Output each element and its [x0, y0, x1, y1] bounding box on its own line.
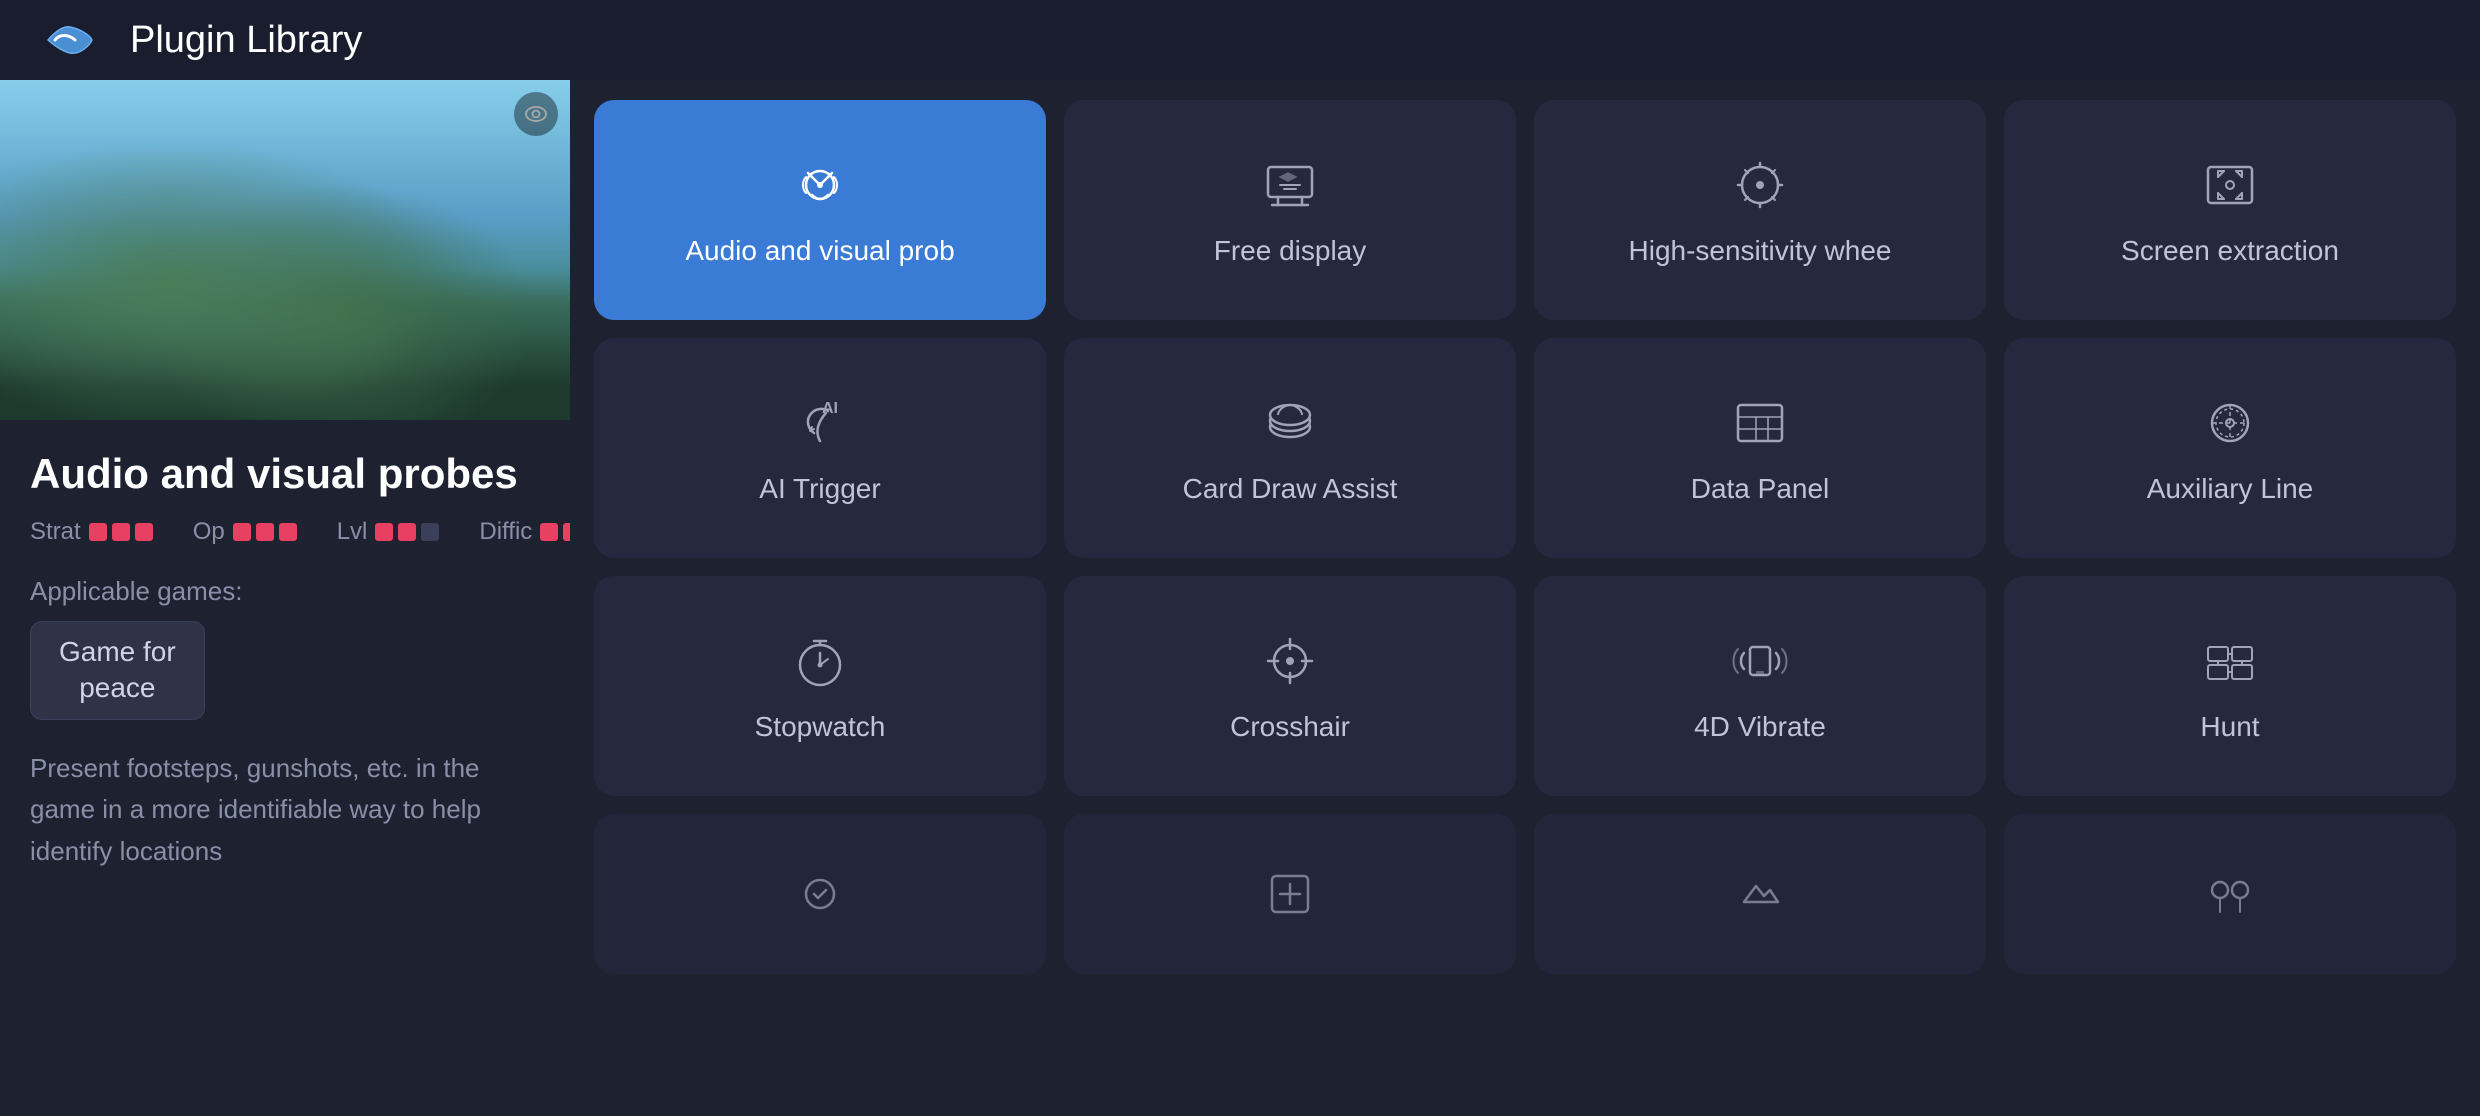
- plugin-card-stopwatch[interactable]: Stopwatch: [594, 576, 1046, 796]
- dot: [375, 523, 393, 541]
- plugin-card-4d-vibrate-label: 4D Vibrate: [1694, 711, 1826, 743]
- plugin-card-stopwatch-label: Stopwatch: [755, 711, 886, 743]
- plugin-card-auxiliary-line-label: Auxiliary Line: [2147, 473, 2314, 505]
- svg-text:AI: AI: [822, 400, 838, 417]
- crosshair-icon: [1258, 629, 1322, 693]
- plugin-card-ai-trigger[interactable]: AI AI Trigger: [594, 338, 1046, 558]
- extra4-icon: [2198, 862, 2262, 926]
- dot: [256, 523, 274, 541]
- plugin-card-auxiliary-line[interactable]: Auxiliary Line: [2004, 338, 2456, 558]
- plugin-card-audio-visual-label: Audio and visual prob: [685, 235, 954, 267]
- header: Plugin Library: [0, 0, 2480, 80]
- plugin-card-audio-visual[interactable]: Audio and visual prob: [594, 100, 1046, 320]
- plugin-card-free-display[interactable]: Free display: [1064, 100, 1516, 320]
- extra1-icon: [788, 862, 852, 926]
- high-sensitivity-icon: [1728, 153, 1792, 217]
- description: Present footsteps, gunshots, etc. in the…: [30, 748, 540, 873]
- dot: [135, 523, 153, 541]
- rating-lvl-dots: [375, 523, 439, 541]
- rating-diffic-label: Diffic: [479, 518, 532, 546]
- plugin-row-3: Stopwatch Crosshair: [594, 576, 2456, 796]
- info-panel: Audio and visual probes Strat Op: [0, 420, 570, 1116]
- plugin-card-card-draw[interactable]: Card Draw Assist: [1064, 338, 1516, 558]
- dot: [421, 523, 439, 541]
- auxiliary-line-icon: [2198, 391, 2262, 455]
- plugin-card-extra-2[interactable]: [1064, 814, 1516, 974]
- game-preview-bg: [0, 80, 570, 420]
- dot: [540, 523, 558, 541]
- main-layout: Audio and visual probes Strat Op: [0, 80, 2480, 1116]
- ai-trigger-icon: AI: [788, 391, 852, 455]
- applicable-label: Applicable games:: [30, 576, 540, 607]
- preview-eye-icon[interactable]: [514, 92, 558, 136]
- plugin-card-high-sensitivity-label: High-sensitivity whee: [1629, 235, 1892, 267]
- rating-strat-dots: [89, 523, 153, 541]
- plugin-card-card-draw-label: Card Draw Assist: [1183, 473, 1398, 505]
- rating-lvl: Lvl: [337, 518, 440, 546]
- header-title: Plugin Library: [130, 19, 362, 62]
- right-panel: Audio and visual prob Free display: [570, 80, 2480, 1116]
- logo-icon: [40, 15, 100, 65]
- screen-extraction-icon: [2198, 153, 2262, 217]
- stopwatch-icon: [788, 629, 852, 693]
- plugin-card-crosshair-label: Crosshair: [1230, 711, 1350, 743]
- dot: [398, 523, 416, 541]
- card-draw-icon: [1258, 391, 1322, 455]
- plugin-card-high-sensitivity[interactable]: High-sensitivity whee: [1534, 100, 1986, 320]
- dot: [112, 523, 130, 541]
- plugin-card-hunt[interactable]: Hunt: [2004, 576, 2456, 796]
- plugin-row-1: Audio and visual prob Free display: [594, 100, 2456, 320]
- plugin-card-screen-extraction[interactable]: Screen extraction: [2004, 100, 2456, 320]
- rating-diffic-dots: [540, 523, 570, 541]
- plugin-row-4: [594, 814, 2456, 974]
- rating-diffic: Diffic: [479, 518, 570, 546]
- rating-strat-label: Strat: [30, 518, 81, 546]
- plugin-card-data-panel-label: Data Panel: [1691, 473, 1830, 505]
- plugin-card-screen-extraction-label: Screen extraction: [2121, 235, 2339, 267]
- plugin-title: Audio and visual probes: [30, 450, 540, 498]
- dot: [563, 523, 570, 541]
- left-panel: Audio and visual probes Strat Op: [0, 80, 570, 1116]
- extra3-icon: [1728, 862, 1792, 926]
- data-panel-icon: [1728, 391, 1792, 455]
- plugin-card-crosshair[interactable]: Crosshair: [1064, 576, 1516, 796]
- plugin-card-data-panel[interactable]: Data Panel: [1534, 338, 1986, 558]
- rating-lvl-label: Lvl: [337, 518, 368, 546]
- audio-visual-icon: [788, 153, 852, 217]
- ratings-row: Strat Op Lvl: [30, 518, 540, 546]
- hunt-icon: [2198, 629, 2262, 693]
- plugin-card-free-display-label: Free display: [1214, 235, 1367, 267]
- game-preview: [0, 80, 570, 420]
- game-tag[interactable]: Game forpeace: [30, 621, 205, 720]
- dot: [89, 523, 107, 541]
- rating-op: Op: [193, 518, 297, 546]
- plugin-card-extra-1[interactable]: [594, 814, 1046, 974]
- rating-op-label: Op: [193, 518, 225, 546]
- dot: [233, 523, 251, 541]
- plugin-card-4d-vibrate[interactable]: 4D Vibrate: [1534, 576, 1986, 796]
- dot: [279, 523, 297, 541]
- plugin-card-extra-4[interactable]: [2004, 814, 2456, 974]
- rating-op-dots: [233, 523, 297, 541]
- plugin-card-ai-trigger-label: AI Trigger: [759, 473, 880, 505]
- plugin-row-2: AI AI Trigger Card Draw Assist: [594, 338, 2456, 558]
- free-display-icon: [1258, 153, 1322, 217]
- rating-strat: Strat: [30, 518, 153, 546]
- extra2-icon: [1258, 862, 1322, 926]
- 4d-vibrate-icon: [1728, 629, 1792, 693]
- plugin-card-hunt-label: Hunt: [2200, 711, 2259, 743]
- plugin-card-extra-3[interactable]: [1534, 814, 1986, 974]
